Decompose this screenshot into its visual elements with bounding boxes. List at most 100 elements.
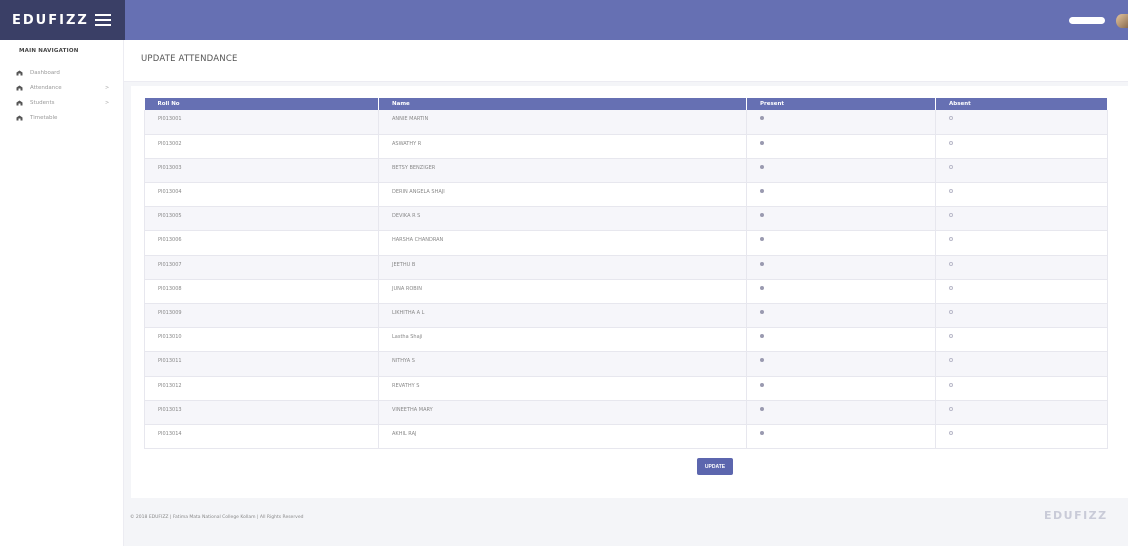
absent-radio[interactable]	[949, 140, 953, 145]
chevron-right-icon: >	[105, 85, 110, 91]
student-name-cell: ASWATHY R	[378, 134, 747, 159]
present-radio[interactable]	[760, 189, 764, 194]
roll-no-cell: PI013006	[144, 230, 379, 256]
absent-radio[interactable]	[949, 310, 953, 314]
table-row: PI013002 ASWATHY R	[144, 134, 1108, 159]
absent-radio[interactable]	[949, 116, 953, 120]
absent-cell	[935, 279, 1108, 305]
student-name-cell: JEETHU B	[378, 255, 747, 280]
student-name-cell: VINEETHA MARY	[378, 400, 747, 425]
present-radio[interactable]	[760, 261, 764, 266]
present-radio[interactable]	[760, 116, 764, 120]
absent-cell	[935, 255, 1108, 280]
roll-no-cell: PI013007	[144, 255, 379, 280]
absent-cell	[935, 424, 1108, 450]
present-radio[interactable]	[760, 237, 764, 242]
present-radio[interactable]	[760, 140, 764, 145]
table-row: PI013007 JEETHU B	[144, 255, 1108, 280]
present-cell	[746, 400, 936, 425]
page-title: UPDATE ATTENDANCE	[141, 54, 238, 64]
student-name-cell: LIKHITHA A L	[378, 303, 747, 329]
page-header: UPDATE ATTENDANCE	[124, 40, 1128, 82]
brand-logo[interactable]: EDUFIZZ	[0, 0, 125, 40]
absent-radio[interactable]	[949, 164, 953, 169]
present-radio[interactable]	[760, 430, 764, 435]
sidebar-item-timetable[interactable]: Timetable	[16, 113, 112, 123]
student-name-cell: AKHIL RAJ	[378, 424, 747, 450]
absent-radio[interactable]	[949, 261, 953, 266]
table-row: PI013004 DERIN ANGELA SHAJI	[144, 182, 1108, 208]
table-row: PI013012 REVATHY S	[144, 376, 1108, 401]
absent-cell	[935, 351, 1108, 377]
present-radio[interactable]	[760, 310, 764, 314]
roll-no-cell: PI013012	[144, 376, 379, 401]
sidebar-item-label: Dashboard	[30, 70, 60, 76]
absent-radio[interactable]	[949, 430, 953, 435]
footer-copyright: © 2018 EDUFIZZ | Fatima Mata National Co…	[130, 515, 304, 520]
dashboard-icon	[16, 70, 23, 76]
absent-cell	[935, 400, 1108, 425]
table-row: PI013013 VINEETHA MARY	[144, 400, 1108, 425]
present-cell	[746, 206, 936, 232]
absent-cell	[935, 376, 1108, 401]
brand-name: EDUFIZZ	[12, 12, 89, 28]
absent-cell	[935, 206, 1108, 232]
student-name-cell: HARSHA CHANDRAN	[378, 230, 747, 256]
absent-radio[interactable]	[949, 285, 953, 290]
column-header-roll-no: Roll No	[144, 98, 379, 110]
absent-cell	[935, 230, 1108, 256]
present-radio[interactable]	[760, 285, 764, 290]
sidebar-item-students[interactable]: Students >	[16, 98, 112, 108]
present-cell	[746, 279, 936, 305]
table-row: PI013006 HARSHA CHANDRAN	[144, 230, 1108, 256]
absent-radio[interactable]	[949, 334, 953, 339]
present-radio[interactable]	[760, 358, 764, 363]
table-row: PI013009 LIKHITHA A L	[144, 303, 1108, 329]
hamburger-menu-icon[interactable]	[94, 14, 111, 26]
roll-no-cell: PI013008	[144, 279, 379, 305]
absent-radio[interactable]	[949, 213, 953, 218]
user-avatar[interactable]	[1116, 14, 1128, 28]
absent-radio[interactable]	[949, 189, 953, 194]
absent-radio[interactable]	[949, 406, 953, 411]
roll-no-cell: PI013004	[144, 182, 379, 208]
roll-no-cell: PI013011	[144, 351, 379, 377]
roll-no-cell: PI013002	[144, 134, 379, 159]
footer: © 2018 EDUFIZZ | Fatima Mata National Co…	[124, 500, 1128, 546]
student-name-cell: JUNA ROBIN	[378, 279, 747, 305]
top-navbar: EDUFIZZ	[0, 0, 1128, 40]
present-cell	[746, 182, 936, 208]
roll-no-cell: PI013001	[144, 110, 379, 135]
present-cell	[746, 351, 936, 377]
sidebar-item-dashboard[interactable]: Dashboard	[16, 68, 112, 78]
present-radio[interactable]	[760, 334, 764, 339]
absent-radio[interactable]	[949, 382, 953, 387]
dashboard-icon	[16, 85, 23, 91]
student-name-cell: DERIN ANGELA SHAJI	[378, 182, 747, 208]
sidebar-item-label: Attendance	[30, 85, 62, 91]
roll-no-cell: PI013009	[144, 303, 379, 329]
absent-radio[interactable]	[949, 358, 953, 363]
present-cell	[746, 303, 936, 329]
dashboard-icon	[16, 100, 23, 106]
absent-radio[interactable]	[949, 237, 953, 242]
student-name-cell: ANNIE MARTIN	[378, 110, 747, 135]
footer-logo: EDUFIZZ	[1044, 509, 1108, 522]
attendance-table: Roll No Name Present Absent PI013001 ANNI…	[144, 98, 1108, 450]
absent-cell	[935, 327, 1108, 353]
absent-cell	[935, 303, 1108, 329]
present-radio[interactable]	[760, 406, 764, 411]
sidebar-item-attendance[interactable]: Attendance >	[16, 83, 112, 93]
absent-cell	[935, 110, 1108, 135]
table-row: PI013001 ANNIE MARTIN	[144, 110, 1108, 135]
present-cell	[746, 424, 936, 450]
student-name-cell: NITHYA S	[378, 351, 747, 377]
update-button[interactable]: UPDATE	[697, 458, 733, 475]
student-name-cell: DEVIKA R S	[378, 206, 747, 232]
user-name-pill[interactable]	[1069, 17, 1105, 24]
present-radio[interactable]	[760, 213, 764, 218]
present-radio[interactable]	[760, 164, 764, 169]
attendance-card: Roll No Name Present Absent PI013001 ANNI…	[131, 86, 1128, 498]
table-header-row: Roll No Name Present Absent	[144, 98, 1108, 110]
present-radio[interactable]	[760, 382, 764, 387]
